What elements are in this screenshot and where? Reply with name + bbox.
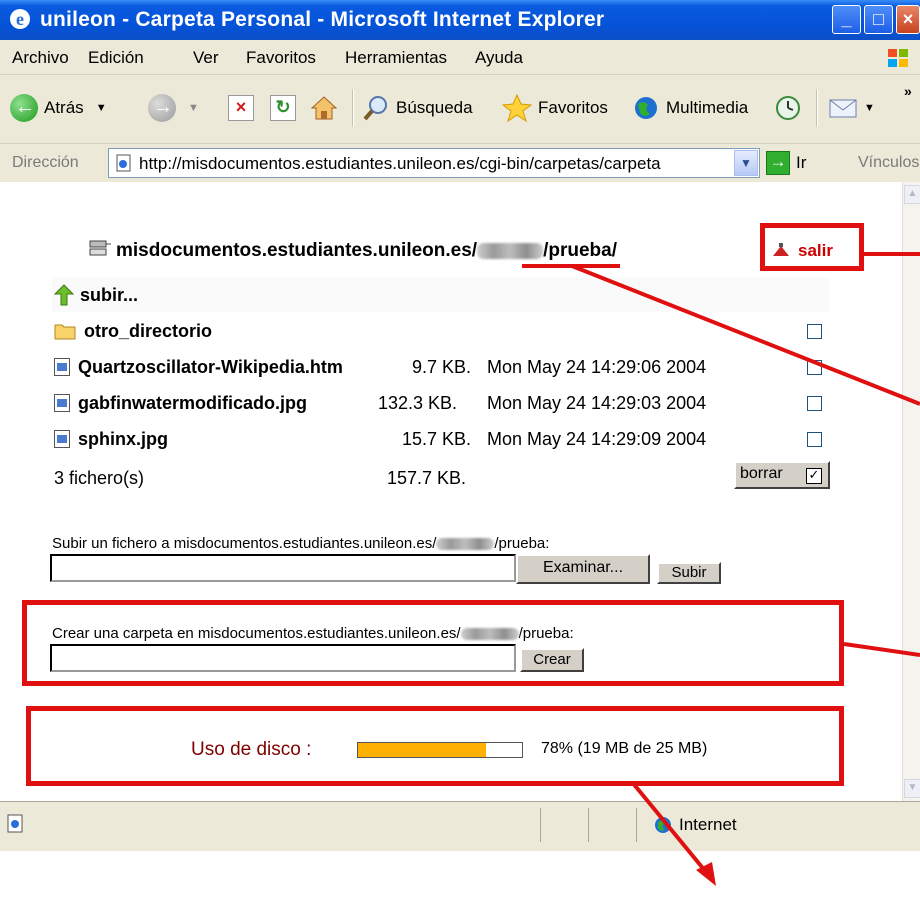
annotation-arrows (571, 252, 920, 886)
